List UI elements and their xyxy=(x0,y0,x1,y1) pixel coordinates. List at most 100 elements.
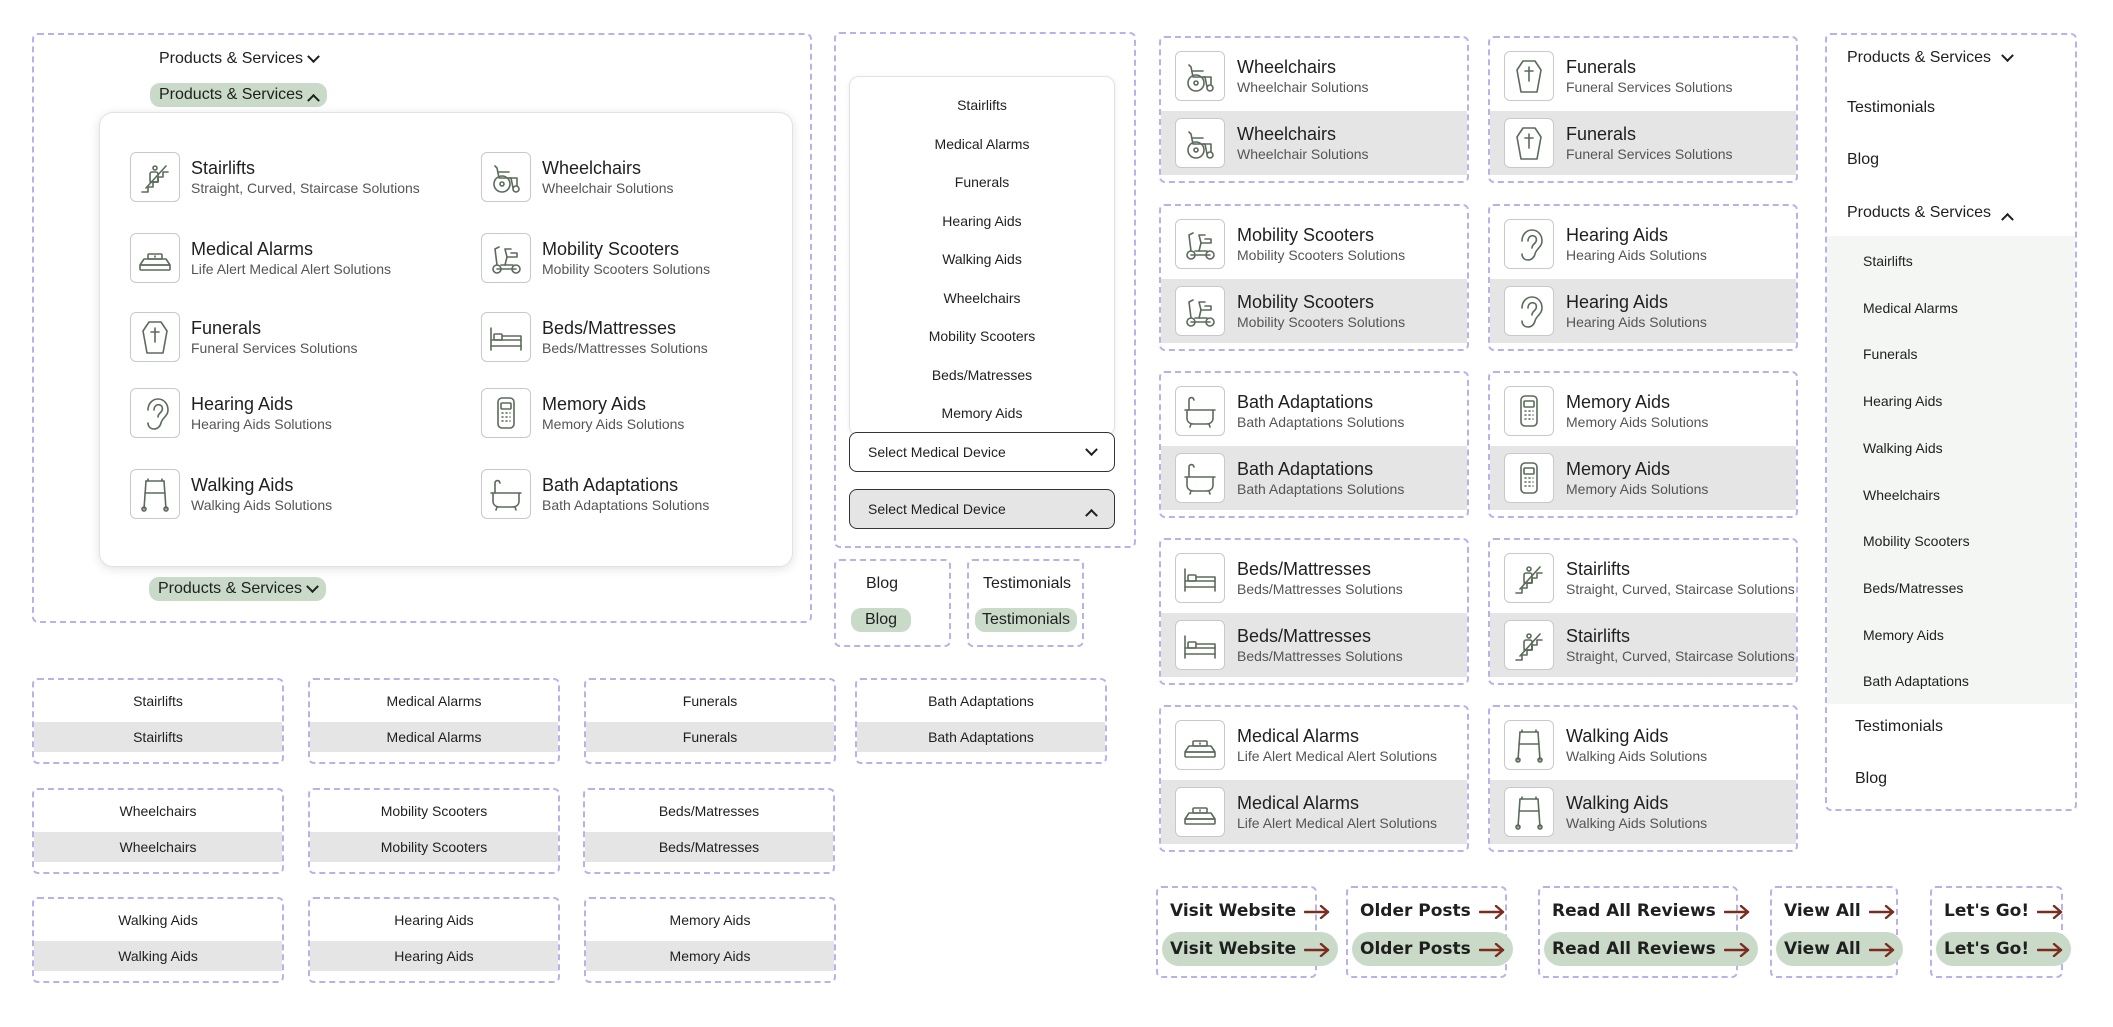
dropdown-option[interactable]: Medical Alarms xyxy=(849,135,1115,153)
memory-aid-icon xyxy=(481,388,531,438)
card-beds-mattresses[interactable]: Beds/Mattresses Beds/Mattresses Solutions xyxy=(1175,553,1403,603)
chevron-down-icon xyxy=(1085,442,1098,456)
menu-item-hover[interactable]: Wheelchairs xyxy=(34,832,282,862)
mobile-submenu-item[interactable]: Beds/Matresses xyxy=(1863,579,1963,597)
cta-button[interactable]: View All xyxy=(1784,899,1895,923)
cta-button[interactable]: Read All Reviews xyxy=(1552,899,1750,923)
cta-button[interactable]: Visit Website xyxy=(1170,899,1330,923)
products-services-link-active[interactable]: Products & Services xyxy=(150,83,328,107)
dropdown-option[interactable]: Memory Aids xyxy=(849,404,1115,422)
card-hearing-aids-hover[interactable]: Hearing Aids Hearing Aids Solutions xyxy=(1504,286,1707,336)
mega-menu-item-stairlifts[interactable]: Stairlifts Straight, Curved, Staircase So… xyxy=(130,152,420,202)
card-subtitle: Life Alert Medical Alert Solutions xyxy=(1237,815,1437,831)
menu-item[interactable]: Walking Aids xyxy=(32,911,284,929)
card-bath-adaptations[interactable]: Bath Adaptations Bath Adaptations Solutio… xyxy=(1175,386,1404,436)
card-medical-alarms-hover[interactable]: Medical Alarms Life Alert Medical Alert S… xyxy=(1175,787,1437,837)
products-services-link-open[interactable]: Products & Services xyxy=(1847,203,2014,226)
card-walking-aids-hover[interactable]: Walking Aids Walking Aids Solutions xyxy=(1504,787,1707,837)
card-hearing-aids[interactable]: Hearing Aids Hearing Aids Solutions xyxy=(1504,219,1707,269)
blog-link[interactable]: Blog xyxy=(1855,770,1887,788)
menu-item[interactable]: Hearing Aids xyxy=(308,911,560,929)
mega-menu-item-beds-mattresses[interactable]: Beds/Mattresses Beds/Mattresses Solutions xyxy=(481,312,708,362)
card-bath-adaptations-hover[interactable]: Bath Adaptations Bath Adaptations Solutio… xyxy=(1175,453,1404,503)
menu-item-hover[interactable]: Walking Aids xyxy=(34,941,282,971)
card-mobility-scooters[interactable]: Mobility Scooters Mobility Scooters Solut… xyxy=(1175,219,1405,269)
menu-item-hover[interactable]: Bath Adaptations xyxy=(857,722,1105,752)
mega-menu-item-funerals[interactable]: Funerals Funeral Services Solutions xyxy=(130,312,358,362)
card-walking-aids[interactable]: Walking Aids Walking Aids Solutions xyxy=(1504,720,1707,770)
menu-item[interactable]: Medical Alarms xyxy=(308,692,560,710)
card-beds-mattresses-hover[interactable]: Beds/Mattresses Beds/Mattresses Solutions xyxy=(1175,620,1403,670)
dropdown-option[interactable]: Wheelchairs xyxy=(849,289,1115,307)
card-stairlifts-hover[interactable]: Stairlifts Straight, Curved, Staircase So… xyxy=(1504,620,1795,670)
mobile-submenu-item[interactable]: Medical Alarms xyxy=(1863,299,1958,317)
testimonials-link[interactable]: Testimonials xyxy=(1847,99,1935,117)
card-mobility-scooters-hover[interactable]: Mobility Scooters Mobility Scooters Solut… xyxy=(1175,286,1405,336)
mega-menu-item-walking-aids[interactable]: Walking Aids Walking Aids Solutions xyxy=(130,469,332,519)
testimonials-link[interactable]: Testimonials xyxy=(1855,718,1943,736)
cta-button[interactable]: Older Posts xyxy=(1360,899,1505,923)
products-services-link[interactable]: Products & Services xyxy=(1847,48,2014,68)
cta-button-hover[interactable]: View All xyxy=(1776,932,1903,966)
mega-menu-item-bath-adaptations[interactable]: Bath Adaptations Bath Adaptations Solutio… xyxy=(481,469,709,519)
mobile-submenu-item[interactable]: Stairlifts xyxy=(1863,252,1913,270)
menu-item-hover[interactable]: Memory Aids xyxy=(586,941,834,971)
mega-menu-item-hearing-aids[interactable]: Hearing Aids Hearing Aids Solutions xyxy=(130,388,332,438)
card-memory-aids-hover[interactable]: Memory Aids Memory Aids Solutions xyxy=(1504,453,1708,503)
cta-button-hover[interactable]: Older Posts xyxy=(1352,932,1513,966)
menu-item[interactable]: Wheelchairs xyxy=(32,802,284,820)
blog-link[interactable]: Blog xyxy=(866,574,898,594)
menu-item[interactable]: Mobility Scooters xyxy=(308,802,560,820)
menu-item[interactable]: Stairlifts xyxy=(32,692,284,710)
menu-item-hover[interactable]: Funerals xyxy=(586,722,834,752)
menu-item-hover[interactable]: Beds/Matresses xyxy=(585,832,833,862)
blog-link[interactable]: Blog xyxy=(1847,151,1879,169)
mobile-submenu-item[interactable]: Bath Adaptations xyxy=(1863,672,1969,690)
menu-item-hover[interactable]: Stairlifts xyxy=(34,722,282,752)
mega-menu-item-medical-alarms[interactable]: Medical Alarms Life Alert Medical Alert S… xyxy=(130,233,391,283)
cta-button-hover[interactable]: Let's Go! xyxy=(1936,932,2072,966)
menu-item-hover[interactable]: Medical Alarms xyxy=(310,722,558,752)
mega-menu-item-memory-aids[interactable]: Memory Aids Memory Aids Solutions xyxy=(481,388,684,438)
testimonials-link[interactable]: Testimonials xyxy=(983,574,1071,594)
cta-button-hover[interactable]: Visit Website xyxy=(1162,932,1339,966)
products-services-link[interactable]: Products & Services xyxy=(159,49,320,69)
mobile-submenu-item[interactable]: Wheelchairs xyxy=(1863,486,1940,504)
menu-item-hover[interactable]: Mobility Scooters xyxy=(310,832,558,862)
dropdown-option[interactable]: Hearing Aids xyxy=(849,212,1115,230)
select-medical-device-open[interactable]: Select Medical Device xyxy=(849,489,1115,529)
cta-button[interactable]: Let's Go! xyxy=(1944,899,2063,923)
dropdown-option[interactable]: Stairlifts xyxy=(849,96,1115,114)
mega-menu-item-wheelchairs[interactable]: Wheelchairs Wheelchair Solutions xyxy=(481,152,674,202)
card-memory-aids[interactable]: Memory Aids Memory Aids Solutions xyxy=(1504,386,1708,436)
menu-item[interactable]: Bath Adaptations xyxy=(855,692,1107,710)
dropdown-option[interactable]: Mobility Scooters xyxy=(849,327,1115,345)
blog-link-active[interactable]: Blog xyxy=(851,608,912,632)
cta-button-hover[interactable]: Read All Reviews xyxy=(1544,932,1758,966)
card-medical-alarms[interactable]: Medical Alarms Life Alert Medical Alert S… xyxy=(1175,720,1437,770)
mobile-submenu-item[interactable]: Mobility Scooters xyxy=(1863,532,1970,550)
select-medical-device[interactable]: Select Medical Device xyxy=(849,432,1115,472)
card-stairlifts[interactable]: Stairlifts Straight, Curved, Staircase So… xyxy=(1504,553,1795,603)
memory-aid-icon xyxy=(1504,453,1554,503)
mega-menu-item-mobility-scooters[interactable]: Mobility Scooters Mobility Scooters Solut… xyxy=(481,233,710,283)
mobile-submenu-item[interactable]: Hearing Aids xyxy=(1863,392,1942,410)
dropdown-option[interactable]: Funerals xyxy=(849,173,1115,191)
mobile-submenu-item[interactable]: Memory Aids xyxy=(1863,626,1944,644)
menu-item[interactable]: Funerals xyxy=(584,692,836,710)
dropdown-option[interactable]: Walking Aids xyxy=(849,250,1115,268)
menu-item-hover[interactable]: Hearing Aids xyxy=(310,941,558,971)
dropdown-option[interactable]: Beds/Matresses xyxy=(849,366,1115,384)
menu-item[interactable]: Beds/Matresses xyxy=(583,802,835,820)
card-wheelchairs[interactable]: Wheelchairs Wheelchair Solutions xyxy=(1175,51,1369,101)
menu-item[interactable]: Memory Aids xyxy=(584,911,836,929)
medical-alarm-icon xyxy=(1175,720,1225,770)
products-services-link-hover[interactable]: Products & Services xyxy=(149,577,327,601)
mobile-submenu-item[interactable]: Walking Aids xyxy=(1863,439,1943,457)
testimonials-link-active[interactable]: Testimonials xyxy=(975,608,1078,632)
card-wheelchairs-hover[interactable]: Wheelchairs Wheelchair Solutions xyxy=(1175,118,1369,168)
card-subtitle: Mobility Scooters Solutions xyxy=(1237,247,1406,263)
mobile-submenu-item[interactable]: Funerals xyxy=(1863,345,1917,363)
card-funerals-hover[interactable]: Funerals Funeral Services Solutions xyxy=(1504,118,1733,168)
card-funerals[interactable]: Funerals Funeral Services Solutions xyxy=(1504,51,1733,101)
